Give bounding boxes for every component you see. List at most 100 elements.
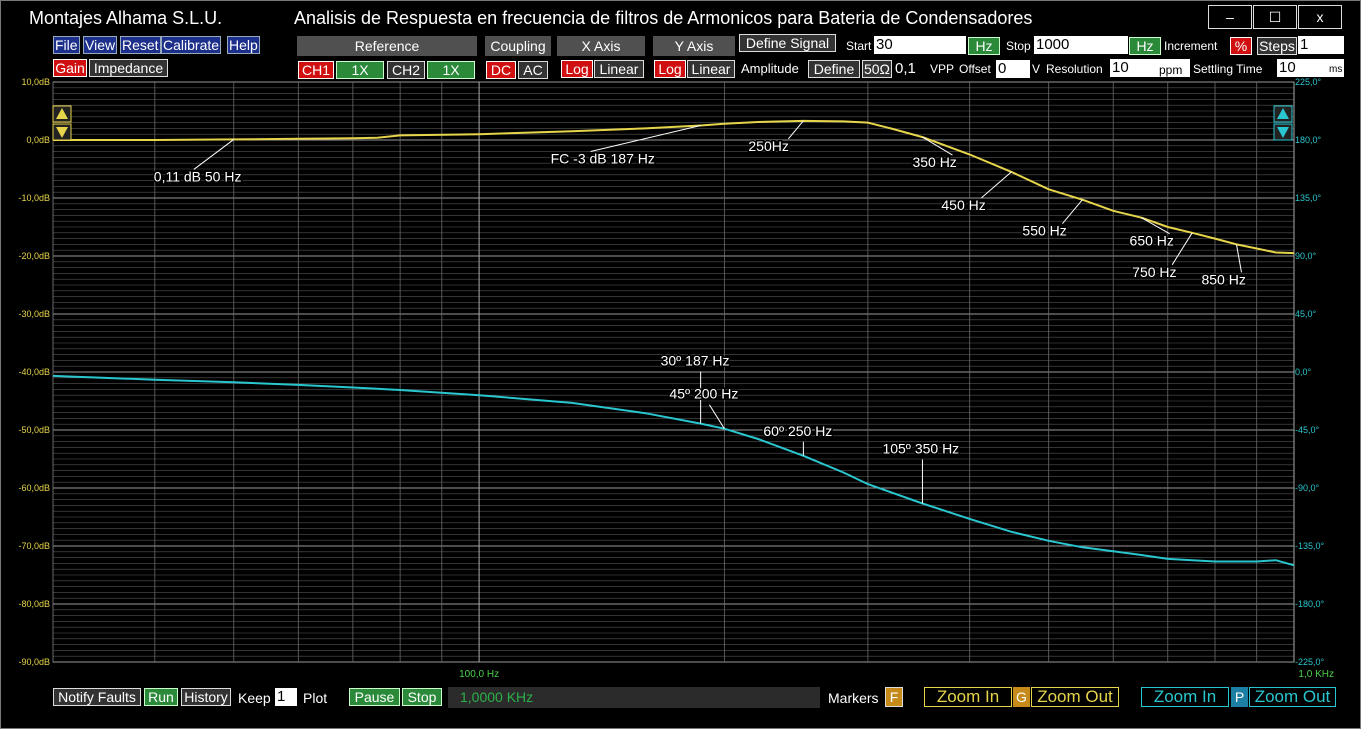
offset-label: Offset	[959, 62, 991, 76]
y-linear-button[interactable]: Linear	[687, 60, 735, 78]
annotation-label: 650 Hz	[1130, 233, 1174, 249]
stop-unit[interactable]: Hz	[1129, 37, 1161, 55]
annotation-label: 45º 200 Hz	[669, 386, 738, 402]
start-input[interactable]: 30	[874, 36, 966, 54]
pause-button[interactable]: Pause	[349, 688, 400, 706]
keep-label: Keep	[238, 690, 271, 706]
ch2-button[interactable]: CH2	[387, 61, 425, 79]
dc-button[interactable]: DC	[486, 61, 516, 79]
y-right-tick-label: 225,0°	[1295, 77, 1322, 87]
y-right-tick-label: -225,0°	[1295, 657, 1325, 667]
impedance-50-button[interactable]: 50Ω	[862, 60, 892, 78]
start-unit[interactable]: Hz	[968, 37, 1000, 55]
history-button[interactable]: History	[181, 688, 231, 706]
increment-label: Increment	[1164, 39, 1218, 53]
ch1-scale-button[interactable]: 1X	[336, 61, 384, 79]
annotation-label: 30º 187 Hz	[661, 353, 730, 369]
run-button[interactable]: Run	[144, 688, 178, 706]
ac-button[interactable]: AC	[518, 61, 548, 79]
gain-zoom-out-button[interactable]: Zoom Out	[1031, 687, 1119, 707]
steps-label: Steps	[1257, 37, 1297, 55]
minimize-button[interactable]: –	[1208, 5, 1252, 29]
y-left-tick-label: 10,0dB	[21, 77, 50, 87]
settling-time-unit: ms	[1329, 64, 1343, 75]
ch1-button[interactable]: CH1	[298, 61, 334, 79]
x-log-button[interactable]: Log	[561, 60, 593, 78]
y-left-tick-label: -90,0dB	[18, 657, 50, 667]
y-right-tick-label: 180,0°	[1295, 135, 1322, 145]
stop-input[interactable]: 1000	[1034, 36, 1128, 54]
menu-help[interactable]: Help	[227, 36, 260, 54]
y-left-tick-label: -30,0dB	[18, 309, 50, 319]
keep-input[interactable]: 1	[275, 688, 297, 706]
status-frequency: 1,0000 KHz	[448, 687, 820, 708]
y-axis-header: Y Axis	[653, 36, 735, 56]
y-right-tick-label: 0,0°	[1295, 367, 1312, 377]
amplitude-unit: VPP	[930, 62, 955, 76]
plot-label: Plot	[303, 690, 328, 706]
window-title: Analisis de Respuesta en frecuencia de f…	[294, 8, 1033, 28]
menu-reset[interactable]: Reset	[120, 36, 161, 54]
y-right-tick-label: -90,0°	[1295, 483, 1320, 493]
gain-zoom-in-button[interactable]: Zoom In	[924, 687, 1012, 707]
annotation-label: 750 Hz	[1132, 264, 1176, 280]
y-right-tick-label: 45,0°	[1295, 309, 1317, 319]
annotation-label: 550 Hz	[1022, 223, 1066, 239]
annotation-label: 350 Hz	[912, 154, 956, 170]
annotation-label: 60º 250 Hz	[763, 423, 832, 439]
annotation-label: 250Hz	[748, 138, 788, 154]
annotation-label: FC -3 dB 187 Hz	[551, 151, 655, 167]
app-name: Montajes Alhama S.L.U.	[29, 8, 223, 28]
annotation-label: 450 Hz	[941, 197, 985, 213]
start-label: Start	[846, 39, 872, 53]
y-left-tick-label: -40,0dB	[18, 367, 50, 377]
markers-label: Markers	[828, 690, 879, 706]
phase-zoom-out-button[interactable]: Zoom Out	[1249, 687, 1336, 707]
define-button[interactable]: Define	[808, 60, 860, 78]
y-right-tick-label: 135,0°	[1295, 193, 1322, 203]
x-axis-header: X Axis	[557, 36, 645, 56]
amplitude-value[interactable]: 0,1	[893, 60, 927, 78]
annotation-label: 105º 350 Hz	[882, 440, 959, 456]
y-right-tick-label: -180,0°	[1295, 599, 1325, 609]
y-left-tick-label: -10,0dB	[18, 193, 50, 203]
x-tick-label: 1,0 KHz	[1298, 669, 1334, 680]
y-left-tick-label: -20,0dB	[18, 251, 50, 261]
increment-unit[interactable]: %	[1230, 37, 1252, 55]
x-linear-button[interactable]: Linear	[594, 60, 644, 78]
resolution-label: Resolution	[1046, 62, 1103, 76]
gain-zoom-key: G	[1013, 687, 1030, 707]
x-tick-label: 100,0 Hz	[459, 669, 499, 680]
app-window: { "window": {"app_name": "Montajes Alham…	[0, 0, 1361, 729]
settling-time-label: Settling Time	[1193, 62, 1263, 76]
notify-faults-button[interactable]: Notify Faults	[53, 688, 141, 706]
define-signal-button[interactable]: Define Signal	[739, 34, 836, 52]
y-left-tick-label: -70,0dB	[18, 541, 50, 551]
close-button[interactable]: x	[1298, 5, 1342, 29]
offset-input[interactable]: 0	[996, 60, 1030, 78]
phase-zoom-in-button[interactable]: Zoom In	[1141, 687, 1229, 707]
y-left-tick-label: -60,0dB	[18, 483, 50, 493]
offset-unit: V	[1032, 62, 1041, 76]
impedance-button[interactable]: Impedance	[89, 59, 168, 77]
stop-button[interactable]: Stop	[402, 688, 442, 706]
markers-key-button[interactable]: F	[885, 687, 903, 707]
y-log-button[interactable]: Log	[654, 60, 686, 78]
phase-zoom-key: P	[1231, 687, 1248, 707]
y-left-tick-label: -50,0dB	[18, 425, 50, 435]
annotation-label: 850 Hz	[1201, 271, 1245, 287]
menu-view[interactable]: View	[83, 36, 118, 54]
gain-button[interactable]: Gain	[53, 59, 87, 77]
y-right-tick-label: -45,0°	[1295, 425, 1320, 435]
steps-input[interactable]: 1	[1298, 36, 1344, 54]
maximize-button[interactable]: ☐	[1253, 5, 1297, 29]
response-chart: 10,0dB 0,0dB -10,0dB -20,0dB -30,0dB -40,0dB -…	[18, 77, 1334, 680]
y-left-tick-label: -80,0dB	[18, 599, 50, 609]
menu-calibrate[interactable]: Calibrate	[161, 36, 222, 54]
amplitude-label: Amplitude	[741, 61, 799, 76]
annotation-label: 0,11 dB 50 Hz	[154, 168, 242, 184]
menu-file[interactable]: File	[53, 36, 80, 54]
ch2-scale-button[interactable]: 1X	[427, 61, 475, 79]
resolution-unit: ppm	[1159, 63, 1183, 77]
coupling-header: Coupling	[485, 36, 551, 56]
